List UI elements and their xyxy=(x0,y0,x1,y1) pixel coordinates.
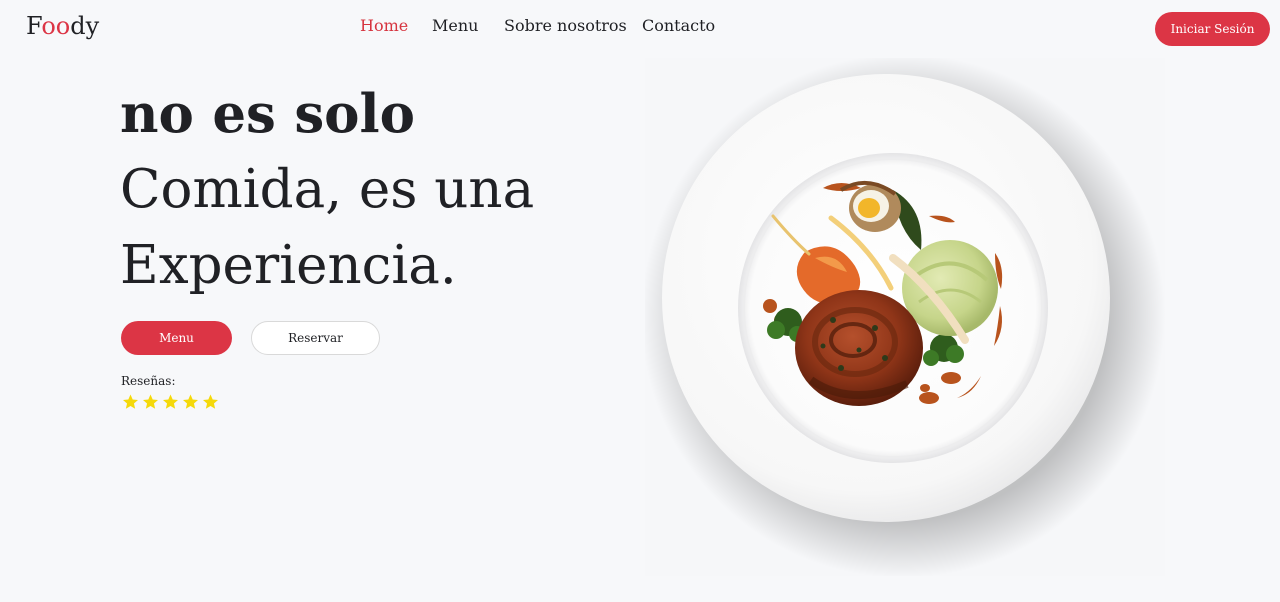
logo[interactable]: Foody xyxy=(26,12,99,40)
plated-dish-image xyxy=(641,54,1165,578)
nav-link-contact[interactable]: Contacto xyxy=(642,16,715,35)
star-icon xyxy=(143,394,158,409)
nav-link-home[interactable]: Home xyxy=(360,16,408,35)
menu-button[interactable]: Menu xyxy=(121,321,232,355)
logo-accent: oo xyxy=(41,12,71,40)
hero-title-line-1: no es solo xyxy=(120,83,416,145)
rating-stars xyxy=(121,393,220,411)
star-icon xyxy=(183,394,198,409)
hero-title: no es solo Comida, es una Experiencia. xyxy=(120,76,534,304)
logo-prefix: F xyxy=(26,12,42,40)
reserve-button[interactable]: Reservar xyxy=(251,321,380,355)
nav-link-menu[interactable]: Menu xyxy=(432,16,478,35)
meat-roulade xyxy=(795,290,923,406)
nav-link-about[interactable]: Sobre nosotros xyxy=(504,16,627,35)
hero-title-line-2: Comida, es una xyxy=(120,159,535,220)
logo-suffix: dy xyxy=(70,12,100,40)
login-button[interactable]: Iniciar Sesión xyxy=(1155,12,1270,46)
star-icon xyxy=(163,394,178,409)
navbar: Foody Home Menu Sobre nosotros Contacto … xyxy=(0,0,1280,56)
star-icon xyxy=(123,394,138,409)
dish-image xyxy=(641,54,1165,578)
hero-title-line-3: Experiencia. xyxy=(120,235,457,296)
star-icon xyxy=(203,394,218,409)
reviews-label: Reseñas: xyxy=(121,374,176,388)
